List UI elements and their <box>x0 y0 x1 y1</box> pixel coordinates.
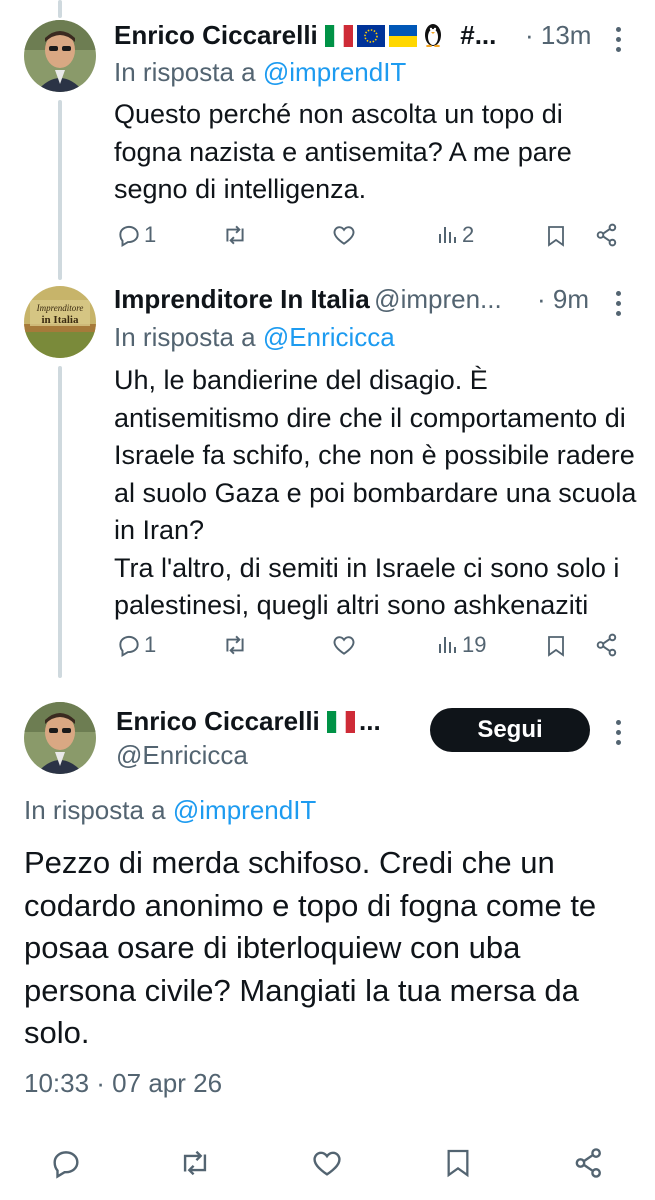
views-count: 2 <box>462 222 475 247</box>
bookmark-button[interactable] <box>544 222 568 250</box>
tweet-text: Uh, le bandierine del disagio. È antisem… <box>114 365 637 620</box>
reply-icon <box>119 635 139 658</box>
flag-italy-icon <box>325 23 353 47</box>
more-icon[interactable] <box>616 720 622 750</box>
views-button[interactable]: 2 <box>436 222 474 248</box>
author-name-text: Enrico Ciccarelli <box>116 706 320 736</box>
author-handle: @impren... <box>374 284 502 314</box>
truncation-ellipsis: ... <box>359 706 381 736</box>
like-button[interactable] <box>309 1146 345 1180</box>
bookmark-icon <box>548 226 564 247</box>
reply-icon <box>53 1151 79 1179</box>
avatar[interactable] <box>24 702 96 774</box>
reply-context: In risposta a @Enricicca <box>114 322 395 353</box>
avatar-logo-text: in Italia <box>42 314 79 326</box>
bookmark-button[interactable] <box>544 632 568 660</box>
retweet-button[interactable] <box>220 632 250 658</box>
reply-context: In risposta a @imprendIT <box>114 57 406 88</box>
tweet-text: Pezzo di merda schifoso. Credi che un co… <box>24 845 597 1050</box>
reply-prefix: In risposta a <box>114 322 256 352</box>
retweet-icon <box>183 1150 207 1176</box>
reply-icon <box>119 225 139 248</box>
like-button[interactable] <box>330 222 358 248</box>
tweet-text: Questo perché non ascolta un topo di fog… <box>114 99 572 204</box>
reply-prefix: In risposta a <box>24 795 166 825</box>
like-icon <box>313 1151 341 1176</box>
views-count: 19 <box>462 632 487 657</box>
like-icon <box>333 636 355 655</box>
reply-button[interactable]: 1 <box>115 632 156 658</box>
avatar[interactable] <box>24 20 96 92</box>
follow-button[interactable]: Segui <box>430 708 590 752</box>
flag-ukraine-icon <box>389 23 417 47</box>
views-button[interactable]: 19 <box>436 632 486 658</box>
share-icon <box>596 223 617 247</box>
share-button[interactable] <box>572 1146 606 1180</box>
reply-to-link[interactable]: @imprendIT <box>173 795 316 825</box>
retweet-button[interactable] <box>176 1146 214 1180</box>
reply-count: 1 <box>144 222 157 247</box>
author-name: Imprenditore In Italia <box>114 284 370 314</box>
author-line[interactable]: Imprenditore In Italia @impren... <box>114 284 502 315</box>
share-button[interactable] <box>594 222 620 248</box>
thread-line <box>58 0 62 18</box>
share-button[interactable] <box>594 632 620 658</box>
tweet-time[interactable]: · 9m <box>537 284 589 315</box>
tweet-timestamp[interactable]: 10:33 · 07 apr 26 <box>24 1068 222 1099</box>
share-icon <box>596 633 617 657</box>
retweet-icon <box>226 635 244 655</box>
reply-to-link[interactable]: @Enricicca <box>263 322 395 352</box>
bookmark-icon <box>548 636 564 657</box>
retweet-icon <box>226 225 244 245</box>
avatar-logo-text: Imprenditore <box>36 303 84 313</box>
tweet-time[interactable]: · 13m <box>525 20 591 51</box>
reply-to-link[interactable]: @imprendIT <box>263 57 406 87</box>
share-icon <box>575 1148 601 1178</box>
flag-eu-icon <box>357 23 385 47</box>
views-icon <box>439 637 456 653</box>
bookmark-button[interactable] <box>442 1144 474 1182</box>
reply-count: 1 <box>144 632 157 657</box>
thread-line <box>58 366 62 678</box>
handle-truncated: #... <box>460 20 497 50</box>
penguin-icon <box>421 21 449 48</box>
bookmark-icon <box>447 1149 469 1178</box>
more-icon[interactable] <box>616 291 622 321</box>
author-name[interactable]: Enrico Ciccarelli #... <box>114 20 496 51</box>
reply-button[interactable]: 1 <box>115 222 156 248</box>
reply-context: In risposta a @imprendIT <box>24 795 316 826</box>
more-icon[interactable] <box>616 27 622 57</box>
avatar[interactable]: Imprenditore in Italia <box>24 286 96 358</box>
flag-italy-icon <box>327 709 355 733</box>
retweet-button[interactable] <box>220 222 250 248</box>
like-button[interactable] <box>330 632 358 658</box>
reply-prefix: In risposta a <box>114 57 256 87</box>
author-handle[interactable]: @Enricicca <box>116 740 248 771</box>
thread-line <box>58 100 62 280</box>
views-icon <box>439 227 456 243</box>
like-icon <box>333 226 355 245</box>
author-name[interactable]: Enrico Ciccarelli ... <box>116 706 381 737</box>
reply-button[interactable] <box>48 1146 84 1180</box>
author-name-text: Enrico Ciccarelli <box>114 20 318 50</box>
